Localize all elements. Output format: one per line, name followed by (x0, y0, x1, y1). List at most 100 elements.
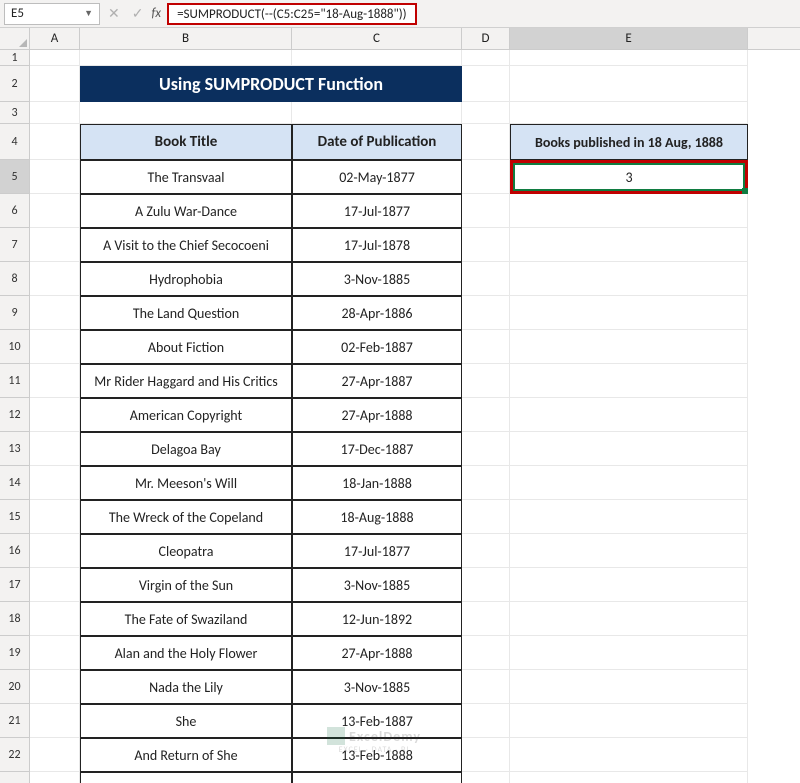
row-header-15[interactable]: 15 (0, 500, 30, 534)
cell-book-title[interactable]: A Zulu War-Dance (80, 194, 292, 228)
row-header-14[interactable]: 14 (0, 466, 30, 500)
row-header-17[interactable]: 17 (0, 568, 30, 602)
row-header-12[interactable]: 12 (0, 398, 30, 432)
cell[interactable] (30, 704, 80, 738)
cell-pub-date[interactable]: 17-Dec-1887 (292, 432, 462, 466)
col-header-d[interactable]: D (462, 28, 510, 49)
col-header-a[interactable]: A (30, 28, 80, 49)
enter-icon[interactable]: ✓ (132, 5, 144, 22)
cell[interactable] (510, 466, 748, 500)
cell[interactable] (462, 466, 510, 500)
cell[interactable] (462, 602, 510, 636)
cell[interactable] (510, 296, 748, 330)
cell[interactable] (30, 636, 80, 670)
cell-book-title[interactable]: Hydrophobia (80, 262, 292, 296)
cell[interactable] (462, 398, 510, 432)
cell-pub-date[interactable]: 17-Jul-1877 (292, 194, 462, 228)
row-header-21[interactable]: 21 (0, 704, 30, 738)
row-header-10[interactable]: 10 (0, 330, 30, 364)
cell-pub-date[interactable]: 13-Feb-1887 (292, 704, 462, 738)
cell-book-title[interactable]: Virgin of the Sun (80, 568, 292, 602)
row-header-9[interactable]: 9 (0, 296, 30, 330)
cell[interactable] (462, 296, 510, 330)
cell[interactable] (462, 772, 510, 783)
row-header-16[interactable]: 16 (0, 534, 30, 568)
cell-pub-date[interactable]: 27-Apr-1888 (292, 398, 462, 432)
cell-pub-date[interactable]: 17-Jul-1878 (292, 228, 462, 262)
cell-book-title[interactable]: Delagoa Bay (80, 432, 292, 466)
cell[interactable] (510, 432, 748, 466)
cell-book-title[interactable]: She (80, 704, 292, 738)
cell[interactable] (30, 398, 80, 432)
cell-pub-date[interactable]: 17-Jul-1877 (292, 534, 462, 568)
cell-book-title[interactable]: The People of the Mist (80, 772, 292, 783)
fx-label[interactable]: fx (151, 6, 161, 21)
cell-book-title[interactable]: And Return of She (80, 738, 292, 772)
row-header-4[interactable]: 4 (0, 124, 30, 160)
row-header-13[interactable]: 13 (0, 432, 30, 466)
cell[interactable] (30, 500, 80, 534)
cell[interactable] (30, 772, 80, 783)
cell[interactable] (30, 364, 80, 398)
title-banner[interactable]: Using SUMPRODUCT Function (80, 66, 462, 102)
cell[interactable] (510, 228, 748, 262)
cell[interactable] (30, 228, 80, 262)
cell-pub-date[interactable]: 02-Feb-1887 (292, 330, 462, 364)
cell[interactable] (30, 330, 80, 364)
cell[interactable] (30, 568, 80, 602)
cell[interactable] (510, 50, 748, 66)
cell[interactable] (30, 534, 80, 568)
cell[interactable] (30, 194, 80, 228)
cell[interactable] (30, 296, 80, 330)
cell[interactable] (462, 738, 510, 772)
cell[interactable] (30, 466, 80, 500)
cell[interactable] (510, 602, 748, 636)
cell[interactable] (510, 262, 748, 296)
cell[interactable] (462, 102, 510, 124)
cell[interactable] (510, 364, 748, 398)
cell[interactable] (462, 500, 510, 534)
cell-pub-date[interactable]: 18-Jan-1888 (292, 466, 462, 500)
cell-book-title[interactable]: About Fiction (80, 330, 292, 364)
cell[interactable] (462, 66, 510, 102)
cell-pub-date[interactable]: 28-Apr-1886 (292, 296, 462, 330)
cell-book-title[interactable]: Alan and the Holy Flower (80, 636, 292, 670)
cell[interactable] (510, 670, 748, 704)
cell[interactable] (510, 704, 748, 738)
row-header-6[interactable]: 6 (0, 194, 30, 228)
cell[interactable] (510, 66, 748, 102)
cell[interactable] (462, 160, 510, 194)
cell[interactable] (30, 160, 80, 194)
cell-book-title[interactable]: A Visit to the Chief Secocoeni (80, 228, 292, 262)
row-header-11[interactable]: 11 (0, 364, 30, 398)
cell-pub-date[interactable]: 02-May-1877 (292, 160, 462, 194)
col-header-b[interactable]: B (80, 28, 292, 49)
cell-book-title[interactable]: Mr Rider Haggard and His Critics (80, 364, 292, 398)
cell[interactable] (510, 636, 748, 670)
row-header-2[interactable]: 2 (0, 66, 30, 102)
cell[interactable] (462, 534, 510, 568)
cell-pub-date[interactable]: 12-Jun-1892 (292, 602, 462, 636)
header-result[interactable]: Books published in 18 Aug, 1888 (510, 124, 748, 160)
name-box[interactable]: E5 ▼ (4, 3, 100, 25)
cell-book-title[interactable]: Mr. Meeson's Will (80, 466, 292, 500)
cell[interactable] (30, 50, 80, 66)
cell[interactable] (30, 670, 80, 704)
row-header-8[interactable]: 8 (0, 262, 30, 296)
cell-pub-date[interactable]: 3-Nov-1885 (292, 262, 462, 296)
cell-pub-date[interactable]: 27-Apr-1888 (292, 636, 462, 670)
cell[interactable] (462, 364, 510, 398)
cell[interactable] (30, 738, 80, 772)
row-header-19[interactable]: 19 (0, 636, 30, 670)
row-header-22[interactable]: 22 (0, 738, 30, 772)
cell[interactable] (462, 432, 510, 466)
cell[interactable] (510, 738, 748, 772)
cell[interactable] (510, 102, 748, 124)
row-header-5[interactable]: 5 (0, 160, 30, 194)
cell-book-title[interactable]: The Transvaal (80, 160, 292, 194)
cell[interactable] (510, 500, 748, 534)
cell[interactable] (462, 330, 510, 364)
cell[interactable] (510, 330, 748, 364)
row-header-3[interactable]: 3 (0, 102, 30, 124)
cell[interactable] (510, 534, 748, 568)
